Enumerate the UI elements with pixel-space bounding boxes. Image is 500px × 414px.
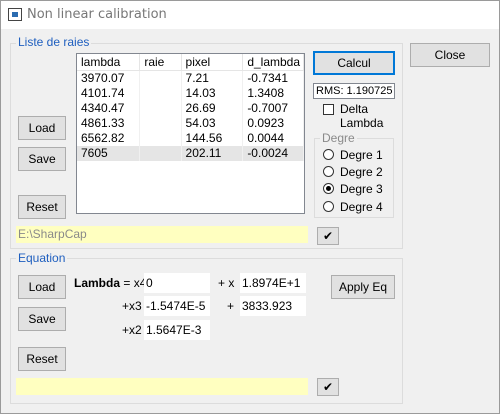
equation-status-field[interactable] <box>16 378 308 395</box>
table-cell-raie <box>139 70 182 86</box>
table-cell-lambda: 7605 <box>77 146 141 161</box>
column-header-pixel[interactable]: pixel <box>181 54 244 71</box>
degre-title: Degre <box>320 131 357 145</box>
file-path-text: E:\SharpCap <box>18 227 87 241</box>
lines-table: lambda raie pixel d_lambda 3970.07 7.21 -0… <box>77 54 304 161</box>
table-cell-d-lambda: -0.7007 <box>242 101 304 116</box>
delta-lambda-label-line1: Delta <box>340 102 369 116</box>
equation-confirm-button[interactable]: ✔ <box>317 378 339 396</box>
list-load-button[interactable]: Load <box>18 116 66 140</box>
table-cell-pixel: 14.03 <box>181 86 244 101</box>
rms-readout: RMS: 1.190725 <box>313 83 395 99</box>
window-title: Non linear calibration <box>27 7 167 22</box>
table-cell-raie <box>139 146 182 161</box>
title-bar: Non linear calibration <box>1 1 499 29</box>
list-save-button[interactable]: Save <box>18 147 66 171</box>
table-header-row: lambda raie pixel d_lambda <box>77 54 304 71</box>
degre-1-label: Degre 1 <box>340 148 383 162</box>
degre-2-label: Degre 2 <box>340 165 383 179</box>
app-icon <box>8 8 22 21</box>
table-row[interactable]: 4101.74 14.03 1.3408 <box>77 86 304 101</box>
checkmark-icon: ✔ <box>322 229 334 243</box>
calibration-window: Non linear calibration Close Liste de ra… <box>0 0 500 414</box>
coef-x2-input[interactable]: 1.5647E-3 <box>144 320 210 340</box>
delta-lambda-label-line2: Lambda <box>340 116 384 130</box>
degre-4-label: Degre 4 <box>340 200 383 214</box>
table-cell-lambda: 3970.07 <box>77 70 141 86</box>
lines-table-body: 3970.07 7.21 -0.7341 4101.74 14.03 1.3408 4340… <box>77 70 304 161</box>
table-cell-raie <box>139 131 182 146</box>
table-cell-pixel: 202.11 <box>181 146 244 161</box>
table-cell-lambda: 4340.47 <box>77 101 141 116</box>
degre-3-radio[interactable] <box>323 183 334 194</box>
coef-const-input[interactable]: 3833.923 <box>240 296 306 316</box>
degre-3-label: Degre 3 <box>340 182 383 196</box>
column-header-lambda[interactable]: lambda <box>77 54 141 71</box>
table-cell-raie <box>139 116 182 131</box>
x3-label: +x3 <box>122 299 142 313</box>
x4-label: = x4 <box>120 276 147 290</box>
coef-x-input[interactable]: 1.8974E+1 <box>240 273 306 293</box>
equation-load-button[interactable]: Load <box>18 275 66 299</box>
table-cell-pixel: 144.56 <box>181 131 244 146</box>
table-cell-d-lambda: -0.0024 <box>242 146 304 161</box>
const-plus-label: + <box>227 299 235 313</box>
lambda-label: Lambda = x4 <box>74 276 146 290</box>
file-path-field[interactable]: E:\SharpCap <box>16 226 308 243</box>
table-row[interactable]: 4340.47 26.69 -0.7007 <box>77 101 304 116</box>
table-cell-pixel: 7.21 <box>181 70 244 86</box>
table-cell-d-lambda: 1.3408 <box>242 86 304 101</box>
checkmark-icon: ✔ <box>322 380 334 394</box>
list-reset-button[interactable]: Reset <box>18 195 66 219</box>
table-cell-lambda: 6562.82 <box>77 131 141 146</box>
list-confirm-button[interactable]: ✔ <box>317 227 339 245</box>
table-cell-pixel: 54.03 <box>181 116 244 131</box>
equation-save-button[interactable]: Save <box>18 307 66 331</box>
delta-lambda-checkbox[interactable] <box>323 104 334 115</box>
table-cell-d-lambda: 0.0923 <box>242 116 304 131</box>
lambda-label-bold: Lambda <box>74 276 121 290</box>
table-cell-lambda: 4861.33 <box>77 116 141 131</box>
table-row[interactable]: 6562.82 144.56 0.0044 <box>77 131 304 146</box>
column-header-d-lambda[interactable]: d_lambda <box>242 54 304 71</box>
table-cell-lambda: 4101.74 <box>77 86 141 101</box>
table-cell-pixel: 26.69 <box>181 101 244 116</box>
equation-reset-button[interactable]: Reset <box>18 347 66 371</box>
x2-label: +x2 <box>122 323 142 337</box>
coef-x3-input[interactable]: -1.5474E-5 <box>144 296 210 316</box>
coef-x4-input[interactable]: 0 <box>144 273 210 293</box>
table-cell-raie <box>139 86 182 101</box>
table-row[interactable]: 4861.33 54.03 0.0923 <box>77 116 304 131</box>
column-header-raie[interactable]: raie <box>139 54 182 71</box>
close-button[interactable]: Close <box>410 43 490 67</box>
degre-1-radio[interactable] <box>323 149 334 160</box>
table-cell-raie <box>139 101 182 116</box>
degre-2-radio[interactable] <box>323 166 334 177</box>
table-row[interactable]: 7605 202.11 -0.0024 <box>77 146 304 161</box>
equation-title: Equation <box>16 251 68 265</box>
degre-4-radio[interactable] <box>323 201 334 212</box>
apply-eq-button[interactable]: Apply Eq <box>331 275 395 299</box>
table-cell-d-lambda: 0.0044 <box>242 131 304 146</box>
table-cell-d-lambda: -0.7341 <box>242 70 304 86</box>
table-row[interactable]: 3970.07 7.21 -0.7341 <box>77 70 304 86</box>
calcul-button[interactable]: Calcul <box>313 51 395 75</box>
lines-list[interactable]: lambda raie pixel d_lambda 3970.07 7.21 -0… <box>76 53 305 214</box>
x-label: + x <box>218 276 235 290</box>
liste-de-raies-title: Liste de raies <box>16 35 92 49</box>
